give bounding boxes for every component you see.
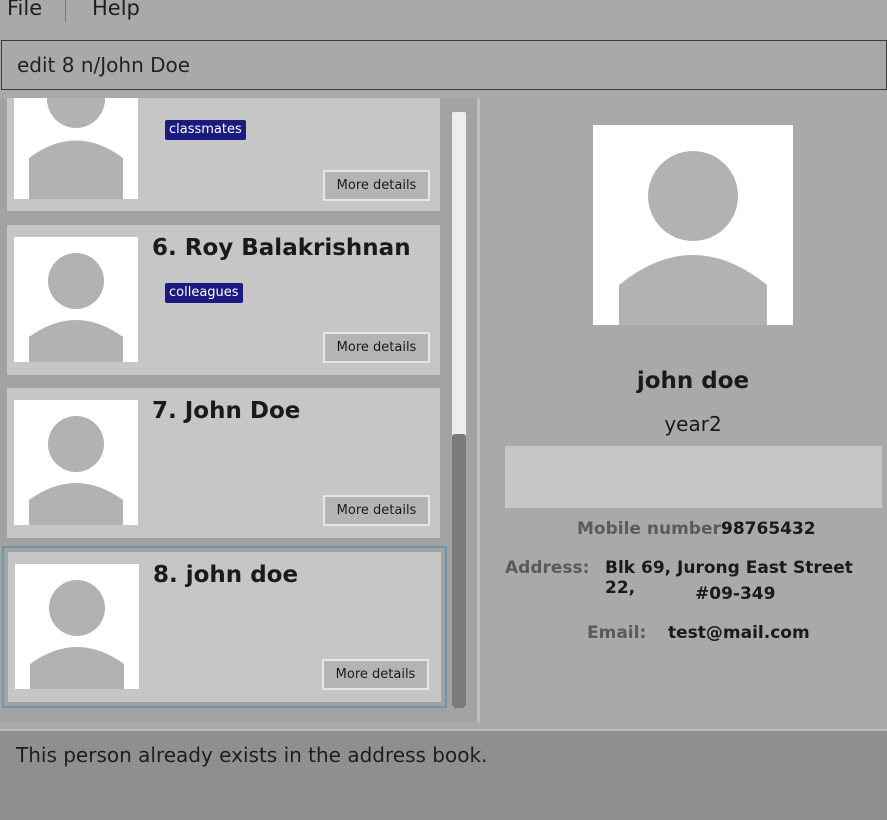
person-card-selected[interactable]: 8. john doe More details: [2, 546, 447, 708]
person-card[interactable]: 7. John Doe More details: [7, 388, 440, 538]
detail-name: john doe: [636, 368, 750, 394]
person-card[interactable]: classmates More details: [7, 98, 440, 211]
tag-badge: colleagues: [165, 283, 243, 303]
command-input[interactable]: edit 8 n/John Doe: [1, 40, 887, 90]
mobile-value: 98765432: [721, 519, 816, 539]
more-details-button[interactable]: More details: [322, 659, 429, 690]
command-input-value: edit 8 n/John Doe: [17, 53, 191, 77]
mobile-label: Mobile number:: [577, 519, 728, 539]
more-details-button[interactable]: More details: [323, 332, 430, 363]
detail-photo: [593, 125, 793, 325]
address-label: Address:: [505, 558, 590, 578]
person-detail-panel: john doe year2 Mobile number: 98765432 A…: [480, 98, 887, 722]
person-name: 8. john doe: [153, 562, 299, 588]
tag-badge: classmates: [165, 120, 246, 140]
menu-file[interactable]: File: [7, 0, 42, 20]
menu-bar: File Help: [0, 0, 887, 28]
person-list: classmates More details 6. Roy Balakrish…: [0, 98, 478, 722]
email-label: Email:: [587, 623, 647, 643]
person-photo: [15, 564, 139, 689]
person-name: 7. John Doe: [152, 398, 301, 424]
address-value-line2: #09-349: [695, 584, 776, 604]
more-details-button[interactable]: More details: [323, 495, 430, 526]
person-photo: [14, 237, 138, 362]
result-message: This person already exists in the addres…: [16, 743, 488, 767]
email-value: test@mail.com: [668, 623, 810, 643]
person-card[interactable]: 6. Roy Balakrishnan colleagues More deta…: [7, 225, 440, 375]
menu-help[interactable]: Help: [92, 0, 140, 20]
person-photo: [14, 98, 138, 199]
detail-tags-box: [505, 446, 882, 508]
result-display: This person already exists in the addres…: [0, 729, 887, 820]
scrollbar-thumb[interactable]: [452, 434, 466, 708]
person-photo: [14, 400, 138, 525]
person-name: 6. Roy Balakrishnan: [152, 235, 411, 261]
menu-separator: [65, 0, 66, 22]
detail-year: year2: [664, 412, 722, 436]
more-details-button[interactable]: More details: [323, 170, 430, 201]
